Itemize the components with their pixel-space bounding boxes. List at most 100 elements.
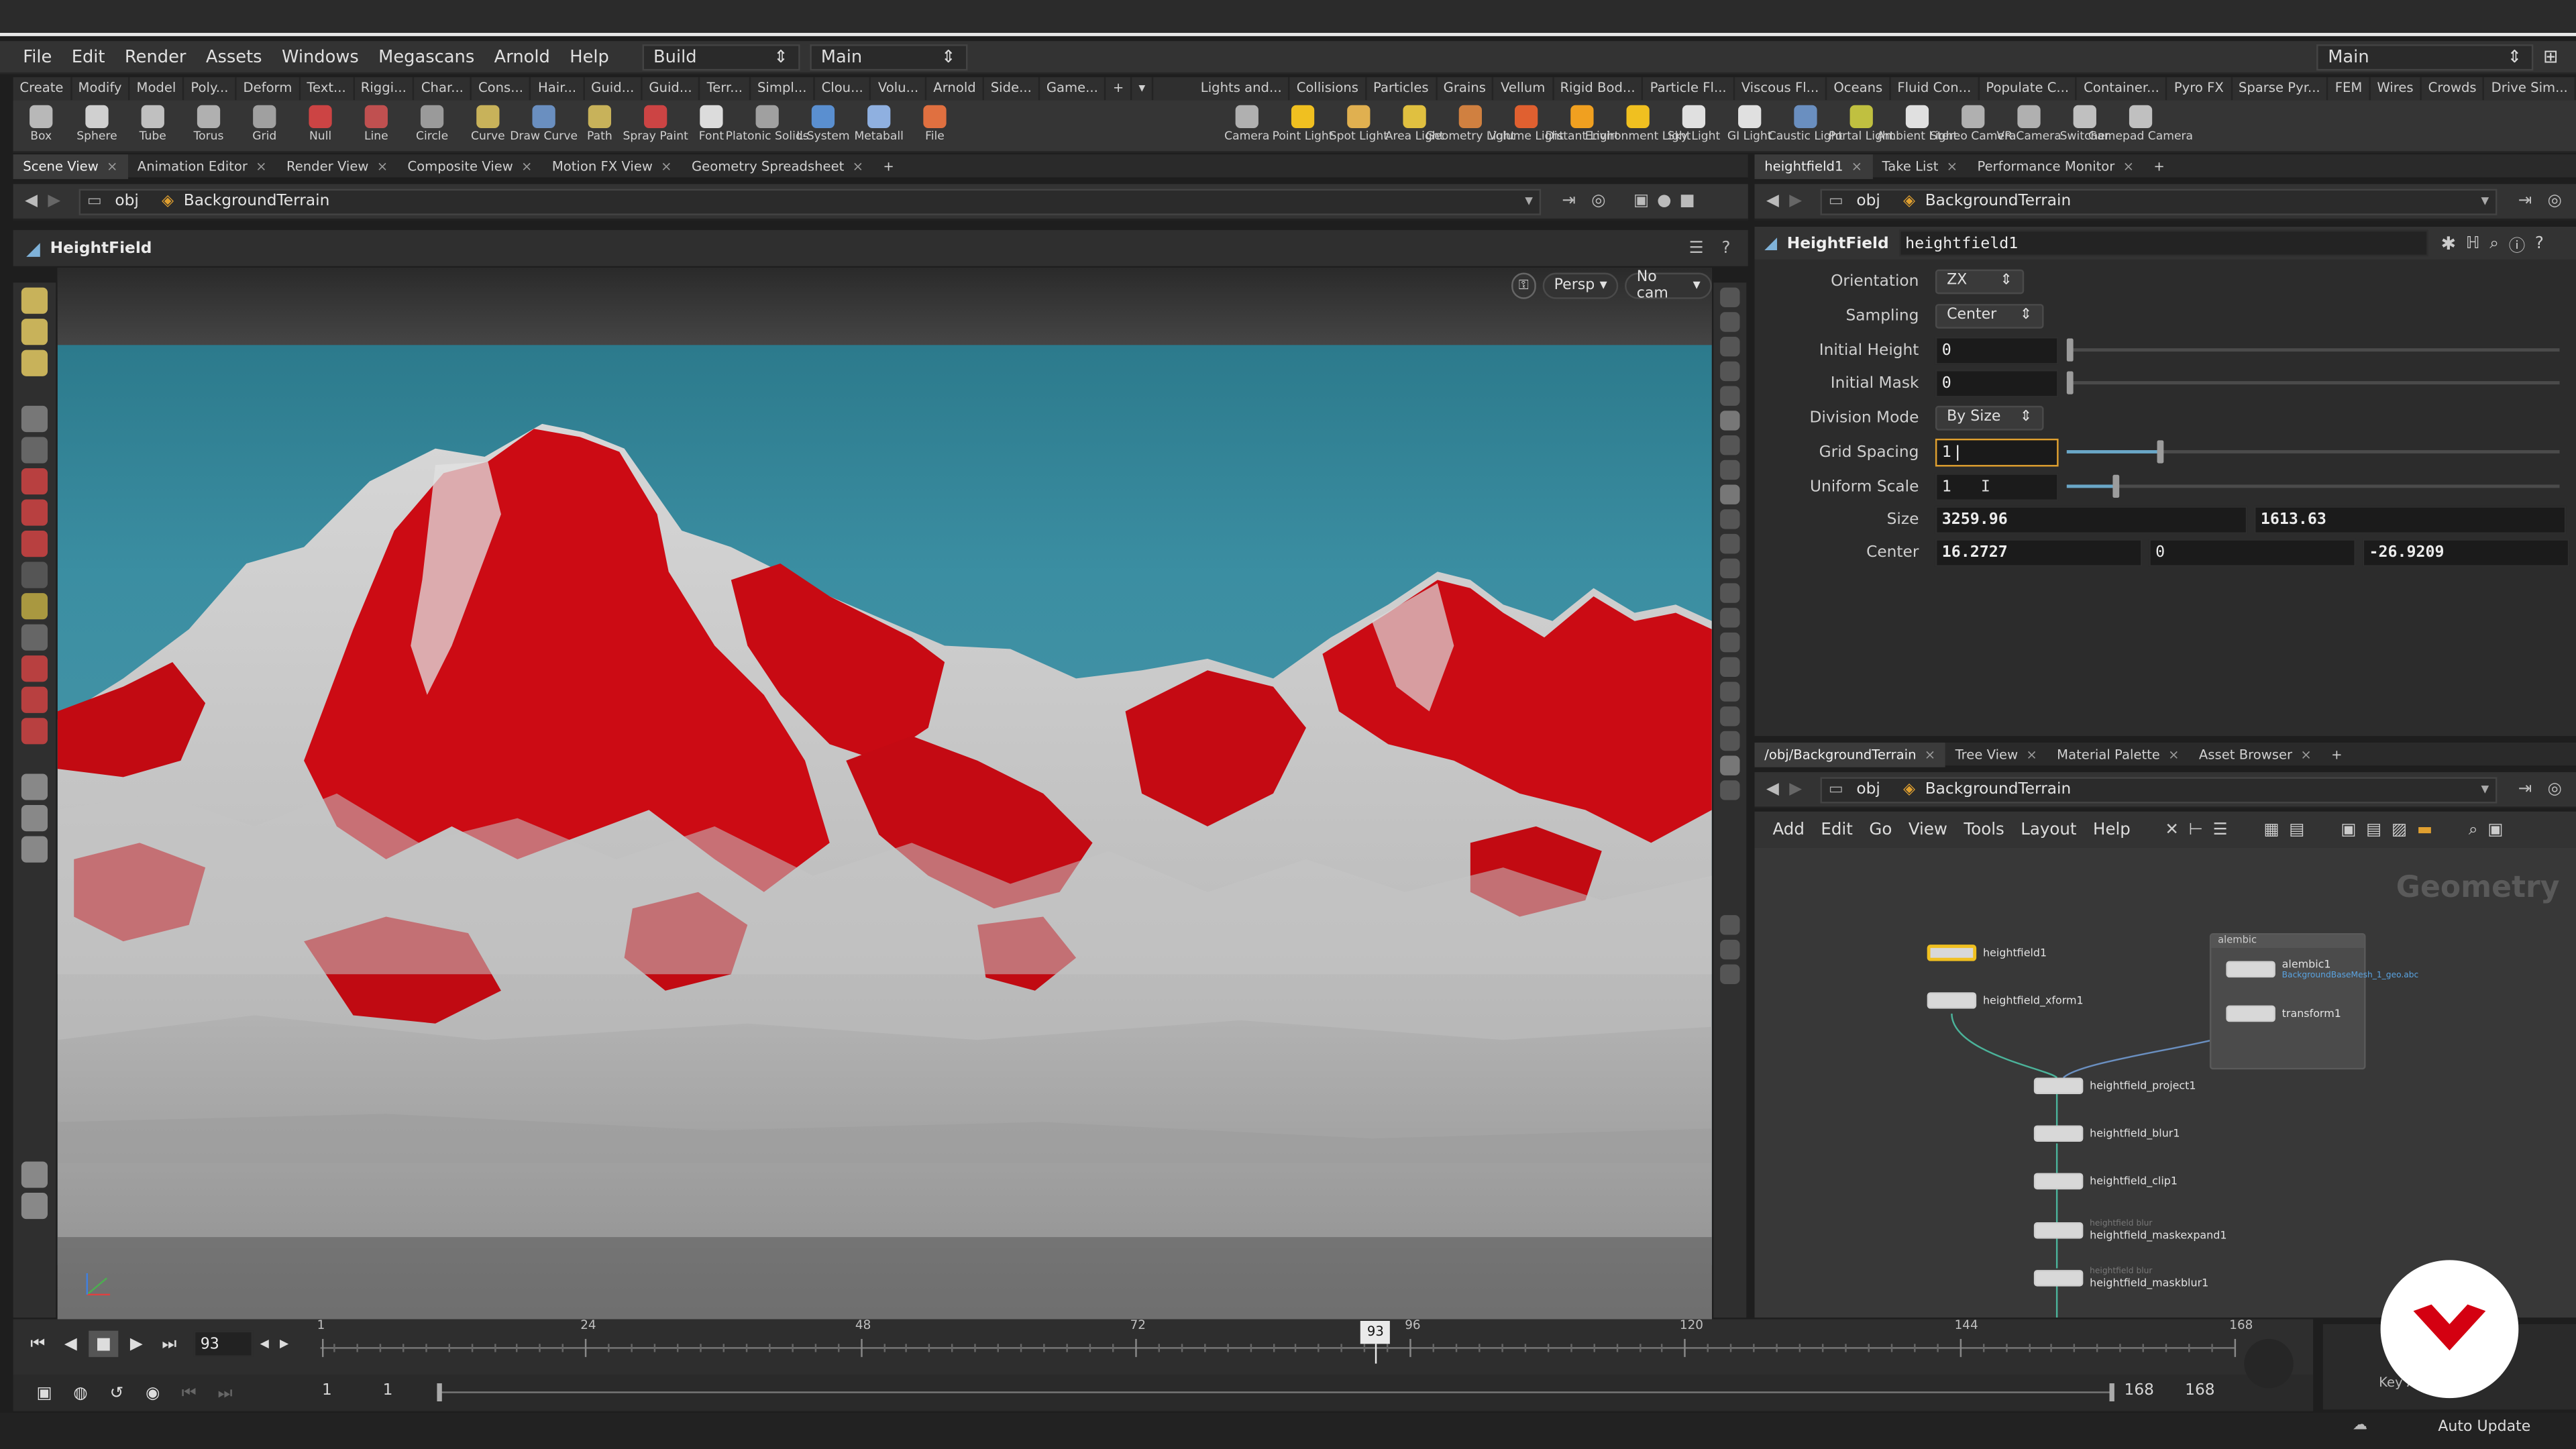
network-menu-item[interactable]: Add [1764, 820, 1813, 839]
back-icon[interactable]: ◀ [19, 190, 42, 213]
pose-icon[interactable] [21, 593, 48, 620]
zoom-icon[interactable]: ⌕ [2469, 820, 2478, 839]
shelf-tab[interactable]: Text... [301, 77, 354, 101]
shelf-tab[interactable]: Create [13, 77, 72, 101]
wireframe-icon[interactable] [1720, 682, 1740, 702]
size-x-field[interactable]: 3259.96 [1935, 505, 2248, 533]
shelf-tab[interactable]: Wires [2371, 77, 2422, 101]
bounds-icon[interactable] [1720, 706, 1740, 727]
shelf-tab[interactable]: Char... [415, 77, 472, 101]
shelf-tab[interactable]: Pyro FX [2167, 77, 2233, 101]
node-heightfield-xform1[interactable]: heightfield_xform1 [1927, 992, 2084, 1009]
close-icon[interactable]: × [1925, 742, 1935, 767]
node-heightfield-maskblur1[interactable]: heightfield blur heightfield_maskblur1 [2033, 1267, 2208, 1289]
shelf-tab[interactable]: Rigid Bod... [1554, 77, 1644, 101]
node-name-field[interactable]: heightfield1 [1898, 229, 2428, 257]
display-options-icon[interactable] [1720, 287, 1740, 307]
forward-icon[interactable]: ▶ [43, 190, 66, 213]
lock-icon[interactable] [21, 437, 48, 464]
shelf-tab[interactable]: Modify [72, 77, 130, 101]
chevron-down-icon[interactable]: ▾ [2481, 780, 2489, 798]
shelf-tool-geometry-light[interactable]: Geometry Light [1426, 99, 1515, 152]
reference-plane-icon[interactable] [21, 1192, 48, 1220]
handle-icon[interactable] [21, 561, 48, 588]
magnet-icon[interactable] [21, 686, 48, 713]
menu-item-megascans[interactable]: Megascans [368, 40, 484, 73]
shelf-tool-vr-camera[interactable]: VR Camera [1996, 99, 2061, 152]
shelf-tab[interactable]: Simpl... [751, 77, 815, 101]
node-heightfield-blur1[interactable]: heightfield_blur1 [2033, 1125, 2180, 1142]
center-y-field[interactable]: 0 [2149, 538, 2356, 566]
center-x-field[interactable]: 16.2727 [1935, 538, 2143, 566]
chevron-down-icon[interactable]: ▾ [1525, 193, 1533, 211]
shelf-tab[interactable]: Vellum [1494, 77, 1554, 101]
menu-item-windows[interactable]: Windows [272, 40, 368, 73]
close-icon[interactable]: × [377, 154, 388, 178]
vectors-icon[interactable] [1720, 583, 1740, 603]
snap-icon[interactable] [21, 718, 48, 745]
shelf-tool-line[interactable]: Line [348, 99, 404, 152]
pane-tab[interactable]: Material Palette × [2047, 742, 2189, 767]
shelf-tool-path[interactable]: Path [572, 99, 627, 152]
shelf-tab[interactable]: Sparse Pyr... [2232, 77, 2328, 101]
shelf-tab[interactable]: Side... [984, 77, 1040, 101]
node-transform1[interactable]: transform1 [2226, 1005, 2341, 1022]
menu-item-render[interactable]: Render [115, 40, 196, 73]
play-icon[interactable]: ▶ [121, 1331, 151, 1357]
shelf-tool-torus[interactable]: Torus [180, 99, 236, 152]
close-icon[interactable]: × [107, 154, 117, 178]
quad-view-icon[interactable] [1720, 939, 1740, 960]
network-menu-item[interactable]: Edit [1813, 820, 1861, 839]
pin-icon[interactable]: ⇥ [2514, 190, 2536, 213]
size-y-field[interactable]: 1613.63 [2254, 505, 2567, 533]
shelf-tab[interactable]: Poly... [184, 77, 237, 101]
jump-start-icon[interactable]: ⏮ [23, 1331, 52, 1357]
shelf-tab[interactable]: Fluid Con... [1891, 77, 1980, 101]
desktop-selector[interactable]: Build ⇕ [641, 43, 800, 70]
shelf-tool-gamepad-camera[interactable]: Gamepad Camera [2088, 99, 2193, 152]
list-icon[interactable]: ☰ [2213, 820, 2228, 839]
shading-icon[interactable] [1720, 386, 1740, 406]
shelf-tab[interactable]: Clou... [815, 77, 872, 101]
palette-icon[interactable]: ▬ [2417, 820, 2432, 839]
center-z-field[interactable]: -26.9209 [2362, 538, 2570, 566]
close-icon[interactable]: × [2300, 742, 2311, 767]
display-options-icon[interactable]: ▣ [1629, 190, 1652, 213]
camera-menu[interactable]: No cam ▾ [1625, 270, 1712, 303]
shelf-tool-platonic-solids[interactable]: Platonic Solids [726, 99, 809, 152]
shelf-tab[interactable]: Model [130, 77, 184, 101]
shelf-tool-tube[interactable]: Tube [125, 99, 180, 152]
close-icon[interactable]: × [1947, 154, 1957, 178]
shelf-tab[interactable]: Guid... [643, 77, 700, 101]
grid-spacing-slider[interactable] [2066, 440, 2560, 464]
network-menu-item[interactable]: Tools [1955, 820, 2012, 839]
pin-icon[interactable]: ⇥ [2514, 778, 2536, 801]
shelf-tool-area-light[interactable]: Area Light [1385, 99, 1444, 152]
close-icon[interactable]: × [2123, 154, 2134, 178]
points-icon[interactable] [1720, 533, 1740, 554]
initial-mask-field[interactable]: 0 [1935, 368, 2059, 397]
forward-icon[interactable]: ▶ [1784, 190, 1807, 213]
chevron-down-icon[interactable]: ▾ [2481, 193, 2489, 211]
camera-tumble-icon[interactable] [21, 773, 48, 800]
pin-icon[interactable]: ⊞ [2543, 46, 2559, 68]
play-reverse-icon[interactable]: ◀ [56, 1331, 85, 1357]
pin-icon[interactable]: ⇥ [1558, 190, 1580, 213]
hda-icon[interactable]: ℍ [2466, 234, 2480, 252]
scale-icon[interactable] [21, 531, 48, 557]
playhead-marker[interactable]: 93 [1360, 1320, 1391, 1344]
shelf-tool-spray-paint[interactable]: Spray Paint [623, 99, 688, 152]
normals-icon[interactable] [1720, 509, 1740, 529]
shelf-tool-environment-light[interactable]: Environment Light [1585, 99, 1691, 152]
orientation-menu[interactable]: ZX ⇕ [1935, 268, 2025, 294]
shelf-tab[interactable]: Volu... [871, 77, 927, 101]
shelf-tab[interactable]: Crowds [2422, 77, 2485, 101]
menu-item-file[interactable]: File [13, 40, 62, 73]
link-icon[interactable]: ◎ [2543, 190, 2566, 213]
division-mode-menu[interactable]: By Size ⇕ [1935, 405, 2044, 430]
gear-icon[interactable]: ✱ [2441, 233, 2457, 254]
point-numbers-icon[interactable] [1720, 558, 1740, 579]
shelf-tool-sphere[interactable]: Sphere [69, 99, 125, 152]
current-frame-field[interactable]: 93 [193, 1330, 254, 1357]
pane-tab[interactable]: Render View × [276, 154, 398, 178]
